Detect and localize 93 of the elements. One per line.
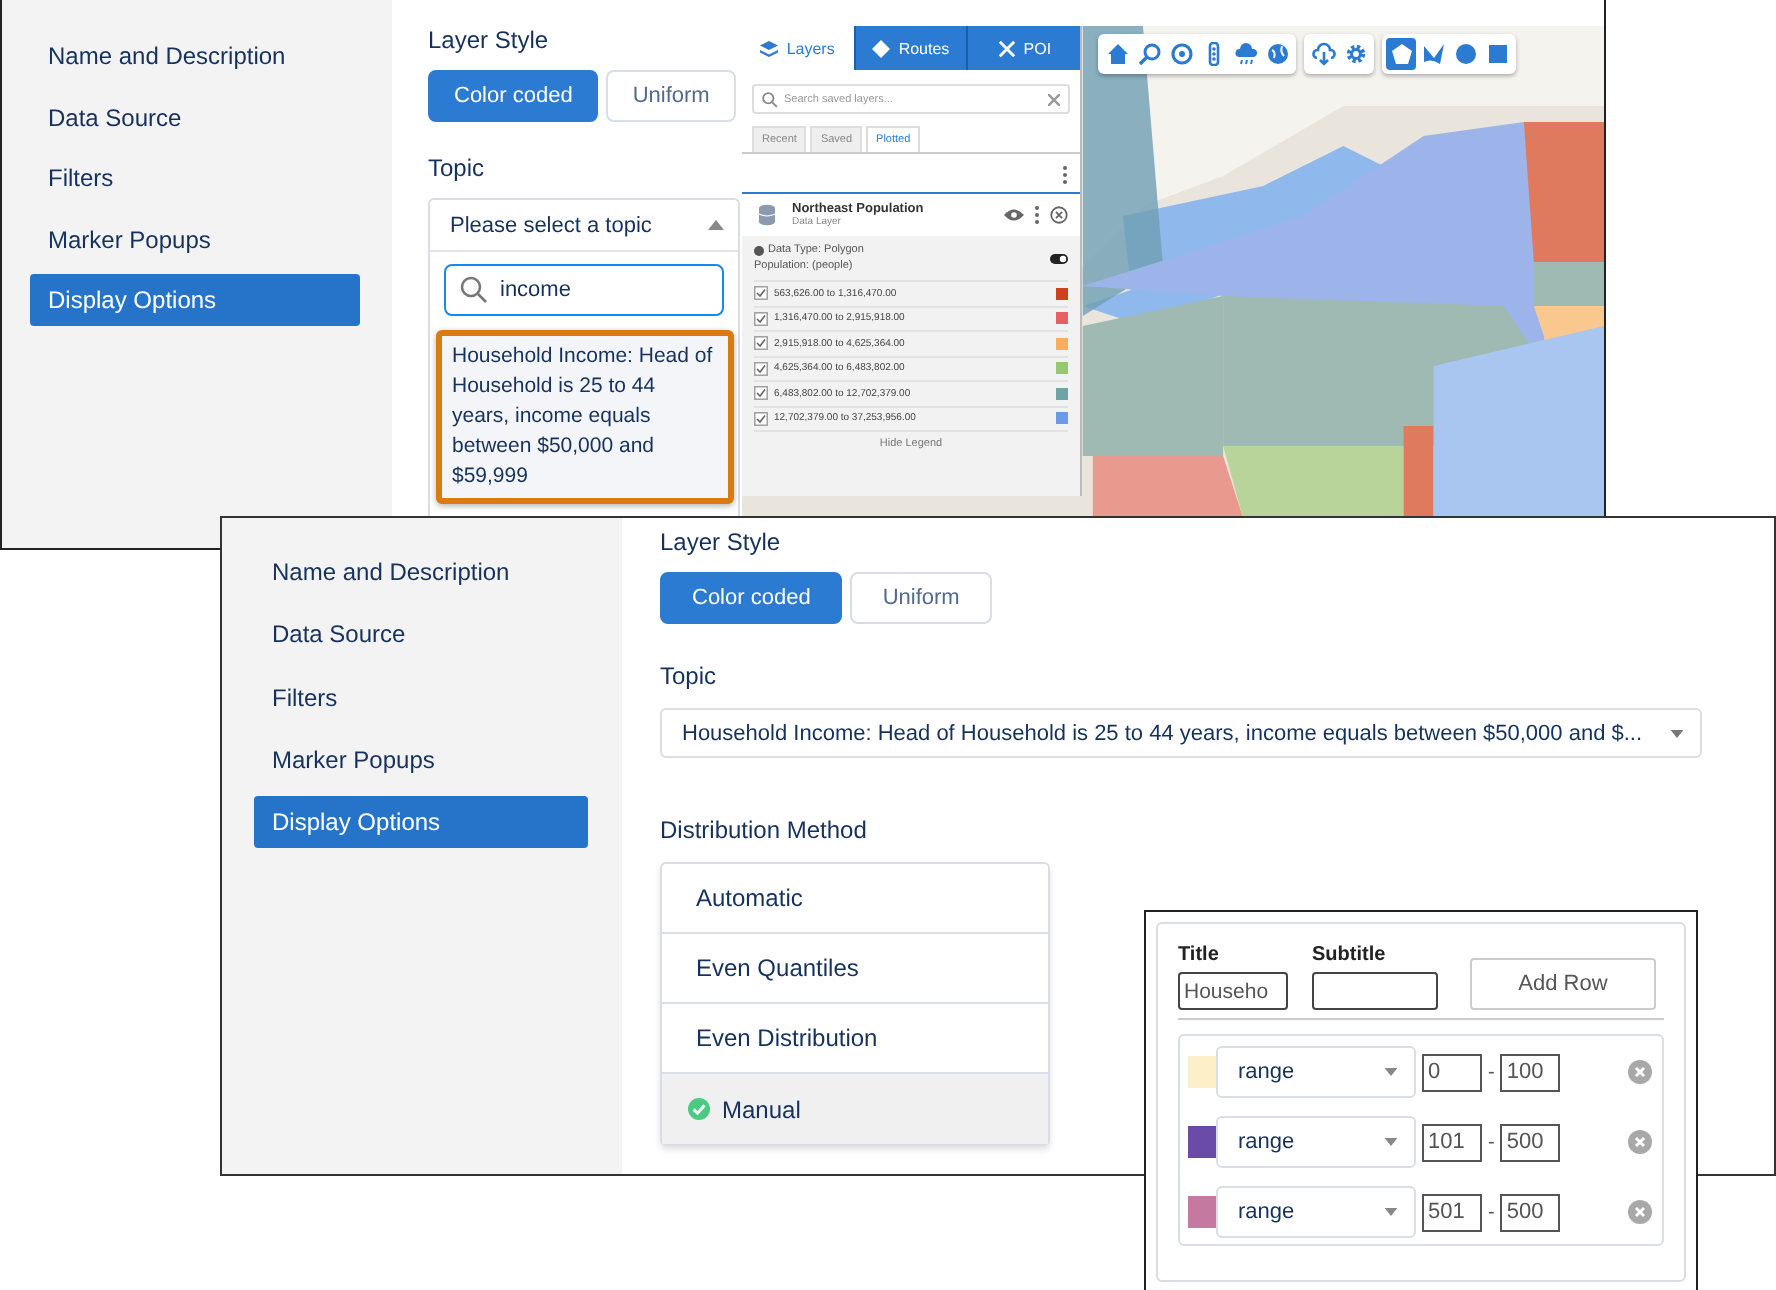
- sidebar-item[interactable]: Data Source: [30, 91, 360, 143]
- range-to-field[interactable]: 100: [1500, 1053, 1561, 1091]
- remove-icon[interactable]: [1628, 1200, 1653, 1224]
- home-icon: [1105, 42, 1129, 66]
- search-icon: [762, 91, 778, 107]
- color-swatch[interactable]: [1188, 1196, 1216, 1228]
- section-label: Topic: [660, 662, 719, 690]
- checkbox[interactable]: [754, 286, 768, 301]
- more-icon[interactable]: [1062, 166, 1068, 184]
- distribution-option[interactable]: Manual: [662, 1074, 1048, 1144]
- zoom-icon: [1137, 42, 1161, 66]
- add-row-button[interactable]: Add Row: [1470, 958, 1656, 1010]
- style-option-button[interactable]: Uniform: [606, 70, 736, 122]
- clear-icon: [1048, 93, 1060, 105]
- crosshair-icon: [1169, 42, 1193, 66]
- style-option-button[interactable]: Uniform: [850, 572, 992, 624]
- range-separator: -: [1488, 1061, 1495, 1083]
- range-separator: -: [1488, 1131, 1495, 1153]
- search-field[interactable]: income: [444, 264, 724, 316]
- section-label: Layer Style: [428, 26, 551, 54]
- range-to-field[interactable]: 500: [1500, 1123, 1561, 1161]
- map-tool-button[interactable]: [1166, 38, 1196, 70]
- info-dot-icon: [754, 245, 764, 255]
- color-swatch[interactable]: [1188, 1126, 1216, 1158]
- checkbox[interactable]: [754, 361, 768, 376]
- field-label: Subtitle: [1312, 944, 1388, 966]
- globe-icon: [1265, 42, 1289, 66]
- database-icon: [758, 204, 776, 226]
- topic-dropdown[interactable]: Please select a topic: [430, 200, 738, 252]
- checkbox[interactable]: [754, 336, 768, 351]
- caret-icon: [708, 220, 724, 230]
- color-swatch[interactable]: [1188, 1056, 1216, 1088]
- panel-tab[interactable]: POI: [966, 26, 1081, 70]
- caret-icon: [1670, 729, 1684, 737]
- title-field[interactable]: Househo: [1178, 972, 1288, 1010]
- map-tool-button[interactable]: [1308, 38, 1338, 70]
- circle-icon: [1453, 42, 1477, 66]
- topic-option[interactable]: Household Income: Head of Household is 25 to 44 years, income equals between $50,000 and $59,999: [436, 330, 734, 504]
- sidebar-item[interactable]: Marker Popups: [254, 733, 588, 786]
- range-to-field[interactable]: 500: [1500, 1193, 1561, 1231]
- sidebar-item[interactable]: Data Source: [254, 608, 588, 661]
- range-separator: -: [1488, 1201, 1495, 1223]
- caret-icon: [1384, 1138, 1398, 1146]
- type-dropdown[interactable]: range: [1216, 1116, 1416, 1168]
- map-tool-button[interactable]: [1262, 38, 1292, 70]
- diamond-icon: [872, 39, 891, 57]
- search-icon: [460, 276, 488, 304]
- sidebar-item[interactable]: Filters: [30, 152, 360, 204]
- zoom-button[interactable]: [1134, 38, 1164, 70]
- map-tool-button[interactable]: [1230, 38, 1260, 70]
- range-from-field[interactable]: 501: [1422, 1193, 1482, 1231]
- sidebar-item[interactable]: Display Options: [254, 796, 588, 849]
- eye-icon[interactable]: [1004, 208, 1024, 222]
- field-label: Title: [1178, 944, 1221, 966]
- sidebar-item[interactable]: Name and Description: [254, 546, 588, 598]
- sidebar-item[interactable]: Name and Description: [30, 30, 360, 82]
- close-icon[interactable]: [1050, 206, 1068, 224]
- settings-icon: [1343, 42, 1367, 66]
- section-label: Layer Style: [660, 528, 783, 556]
- sidebar-item[interactable]: Filters: [254, 671, 588, 724]
- checkbox[interactable]: [754, 411, 768, 426]
- check-circle-icon: [688, 1098, 710, 1120]
- toggle-icon[interactable]: [1050, 253, 1068, 263]
- download-icon: [1311, 42, 1335, 66]
- subtitle-field[interactable]: [1312, 972, 1438, 1010]
- range-from-field[interactable]: 0: [1422, 1053, 1482, 1091]
- section-label: Topic: [428, 154, 487, 182]
- section-label: Distribution Method: [660, 816, 869, 844]
- range-from-field[interactable]: 101: [1422, 1123, 1482, 1161]
- cloud-icon: [1233, 42, 1257, 66]
- square-icon: [1485, 42, 1509, 66]
- stack-icon: [760, 39, 779, 57]
- polygon-icon: [1389, 42, 1413, 66]
- type-dropdown[interactable]: range: [1216, 1046, 1416, 1098]
- distribution-option[interactable]: Even Quantiles: [662, 934, 1048, 1004]
- map-tool-button[interactable]: [1450, 38, 1480, 70]
- checkbox[interactable]: [754, 386, 768, 401]
- sidebar-item[interactable]: Display Options: [30, 274, 360, 326]
- panel-tab[interactable]: Routes: [853, 26, 967, 70]
- style-option-button[interactable]: Color coded: [660, 572, 843, 624]
- sidebar-item[interactable]: Marker Popups: [30, 213, 360, 265]
- type-dropdown[interactable]: range: [1216, 1186, 1416, 1238]
- distribution-option[interactable]: Automatic: [662, 864, 1048, 934]
- more-icon[interactable]: [1034, 206, 1040, 224]
- map-tool-button[interactable]: [1386, 38, 1416, 70]
- style-option-button[interactable]: Color coded: [428, 70, 599, 122]
- topic-dropdown[interactable]: Household Income: Head of Household is 25 to 44 years, income equals between $50,000 and $...: [660, 708, 1702, 758]
- remove-icon[interactable]: [1628, 1130, 1653, 1154]
- lasso-icon: [1421, 42, 1445, 66]
- remove-icon[interactable]: [1628, 1060, 1653, 1084]
- checkbox[interactable]: [754, 311, 768, 326]
- caret-icon: [1384, 1208, 1398, 1216]
- caret-icon: [1384, 1068, 1398, 1076]
